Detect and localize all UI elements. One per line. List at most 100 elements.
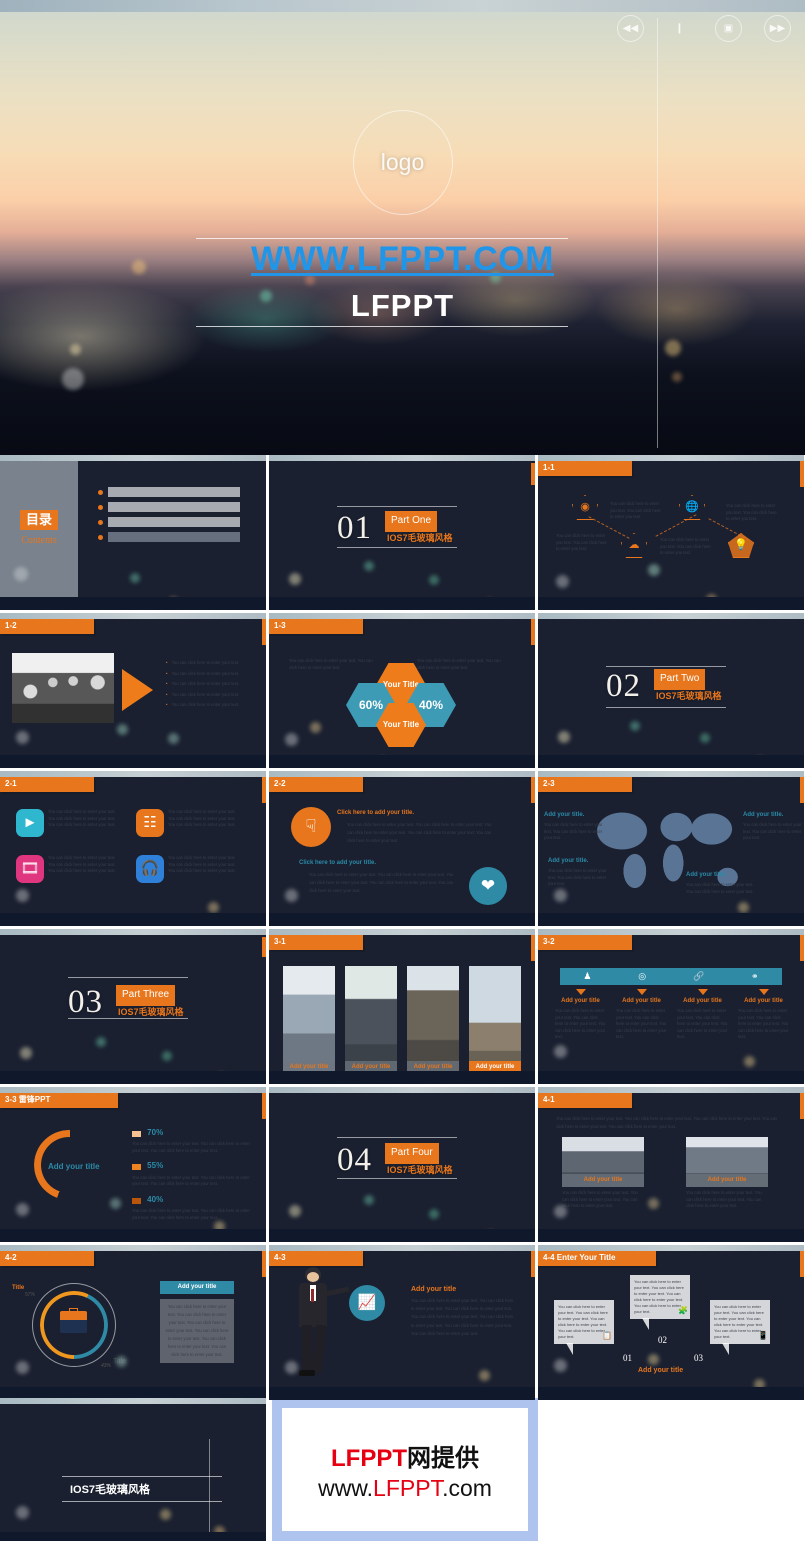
column: Add your title You can click here to ent… — [733, 989, 794, 1041]
slide-contents[interactable]: 目录 Contents — [0, 455, 266, 610]
team-photo[interactable]: Add your title — [283, 966, 335, 1074]
marker-body: You can click here to enter your text. Y… — [548, 868, 607, 887]
site-url[interactable]: WWW.LFPPT.COM — [0, 240, 805, 279]
legend-percent: 40% — [147, 1194, 164, 1204]
list-item[interactable] — [98, 532, 240, 542]
legend-swatch — [132, 1197, 141, 1204]
legend-row: 55% You can click here to enter your tex… — [132, 1160, 250, 1187]
list-item[interactable] — [98, 487, 240, 497]
text-block: You can click here to enter your text. Y… — [417, 658, 501, 670]
photo-caption: Add your title — [686, 1174, 768, 1187]
card-body: You can click here to enter your text. Y… — [686, 1190, 762, 1208]
icon-strip: ♟ ◎ 🔗 ⚭ — [560, 968, 782, 985]
play-triangle-icon — [122, 669, 153, 711]
watermark-line-2: www.LFPPT.com — [318, 1474, 492, 1501]
thumbnail-row: 2-1 ► You can click here to enter your t… — [0, 771, 805, 926]
link-icon: 🔗 — [692, 970, 705, 981]
marker-title: Add your title. — [743, 812, 784, 818]
slide-4-4[interactable]: 4-4 Enter Your Title You can click here … — [538, 1245, 804, 1400]
slide-body: You can click here to enter your text. Y… — [411, 1298, 514, 1336]
rewind-icon[interactable]: ◀◀ — [617, 15, 644, 42]
card-body: You can click here to enter your text. Y… — [562, 1190, 638, 1208]
list-item[interactable] — [98, 502, 240, 512]
ring-center-label: Add your title — [48, 1162, 100, 1171]
section-title: Click here to add your title. — [299, 860, 377, 866]
text-block: You can click here to enter you text. Yo… — [726, 503, 777, 521]
slide-4-1[interactable]: 4-1 You can click here to enter your tex… — [538, 1087, 804, 1242]
meeting-photo — [12, 653, 114, 723]
column-title: Add your title — [622, 998, 661, 1004]
legend-percent: 70% — [147, 1128, 164, 1137]
slide-tag: 2-2 — [269, 777, 363, 792]
photo-caption: Add your title — [562, 1174, 644, 1187]
stop-icon[interactable]: ▣ — [715, 15, 742, 42]
column: Add your title You can click here to ent… — [611, 989, 672, 1041]
headphones-icon: 🎧 — [136, 855, 164, 883]
percent-top: 57% — [25, 1292, 36, 1298]
section-badge: Part Two — [654, 669, 706, 690]
slide-part-three[interactable]: 03 Part Three IOS7毛玻璃风格 — [0, 929, 266, 1084]
card[interactable]: Add your title You can click here to ent… — [686, 1137, 768, 1210]
meeting-photo[interactable]: Add your title — [407, 966, 459, 1074]
list-icon: 📋 — [602, 1331, 612, 1340]
slide-2-1[interactable]: 2-1 ► You can click here to enter your t… — [0, 771, 266, 926]
slide-thumbnail-grid: 目录 Contents 01 Part One IOS7毛玻璃风格 1-1 ◉ … — [0, 455, 805, 1403]
slide-4-2[interactable]: 4-2 Title 57% 43% Title Add your title Y… — [0, 1245, 266, 1400]
list-item: • You can click here to enter your text. — [166, 702, 240, 707]
callout-03: You can click here to enter your text. Y… — [710, 1300, 770, 1355]
list-item[interactable] — [98, 517, 240, 527]
legend-body: You can click here to enter your text. Y… — [132, 1174, 250, 1187]
success-photo[interactable]: Add your title — [469, 966, 521, 1074]
slide-part-four[interactable]: 04 Part Four IOS7毛玻璃风格 — [269, 1087, 535, 1242]
panel-body: You can click here to enter your text. Y… — [160, 1299, 234, 1363]
grid-icon: ☷ — [136, 809, 164, 837]
target-icon: ◎ — [638, 970, 647, 981]
slide-2-3[interactable]: 2-3 Add your title. You can click here t… — [538, 771, 804, 926]
puzzle-icon: 🧩 — [678, 1306, 688, 1315]
watermark-card: LFPPT网提供 www.LFPPT.com — [272, 1398, 538, 1541]
section-subtitle: IOS7毛玻璃风格 — [656, 691, 722, 701]
callout-01: You can click here to enter your text. Y… — [554, 1300, 614, 1355]
marker-body: You can click here to enter your text. Y… — [743, 822, 802, 841]
brand-name: LFPPT — [350, 288, 455, 323]
thumbnail-row: 目录 Contents 01 Part One IOS7毛玻璃风格 1-1 ◉ … — [0, 455, 805, 610]
slide-part-two[interactable]: 02 Part Two IOS7毛玻璃风格 — [538, 613, 804, 768]
briefcase-icon — [60, 1308, 87, 1333]
playback-controls[interactable]: ◀◀ ❙ ▣ ▶▶ — [617, 15, 791, 42]
column: Add your title You can click here to ent… — [672, 989, 733, 1041]
slide-1-2[interactable]: 1-2 • You can click here to enter your te… — [0, 613, 266, 768]
slide-part-one[interactable]: 01 Part One IOS7毛玻璃风格 — [269, 455, 535, 610]
forward-icon[interactable]: ▶▶ — [764, 15, 791, 42]
section-badge: Part One — [385, 511, 438, 532]
section-number: 03 — [68, 984, 103, 1020]
slide-3-1[interactable]: 3-1 Add your title Add your title Add yo… — [269, 929, 535, 1084]
slide-3-3[interactable]: 3-3 雷锋PPT Add your title 70% You can cli… — [0, 1087, 266, 1242]
vertical-divider-line — [657, 18, 658, 448]
presenter-photo[interactable]: Add your title — [345, 966, 397, 1074]
card[interactable]: Add your title You can click here to ent… — [562, 1137, 644, 1210]
list-item: • You can click here to enter your text. — [166, 681, 240, 686]
slide-title: Add your title — [411, 1286, 457, 1293]
phone-icon: 📱 — [758, 1331, 768, 1340]
slide-4-3[interactable]: 4-3 📈 Add your title You can click here … — [269, 1245, 535, 1400]
slide-3-2[interactable]: 3-2 ♟ ◎ 🔗 ⚭ Add your title You can click… — [538, 929, 804, 1084]
slide-1-1[interactable]: 1-1 ◉ ☁ 🌐 💡 You can click here to enter … — [538, 455, 804, 610]
contents-title-cn: 目录 — [19, 509, 58, 530]
bullet-dot — [98, 504, 103, 510]
pause-icon[interactable]: ❙ — [666, 15, 693, 42]
section-number: 02 — [606, 668, 641, 704]
list-item: • You can click here to enter your text. — [166, 660, 240, 665]
slide-tag: 2-3 — [538, 777, 632, 792]
slide-final[interactable]: ◀◀ ❙ ■ ▶▶ logo IOS7毛玻璃风格 — [0, 1398, 266, 1541]
legend-row: 40% You can click here to enter your tex… — [132, 1194, 250, 1221]
text-block: You can click here to enter you text. Yo… — [660, 537, 711, 555]
column-body: You can click here to enter your text. Y… — [677, 1008, 728, 1040]
bullet-dot — [98, 534, 103, 540]
text-line: You can click here to enter your text. — [168, 822, 236, 827]
legend-swatch — [132, 1130, 141, 1137]
slide-2-2[interactable]: 2-2 ☟ Click here to add your title. You … — [269, 771, 535, 926]
text-line: You can click here to enter your text. — [48, 822, 116, 827]
slide-1-3[interactable]: 1-3 You can click here to enter your tex… — [269, 613, 535, 768]
chart-icon: ⚭ — [751, 970, 759, 981]
column-title: Add your title — [683, 998, 722, 1004]
